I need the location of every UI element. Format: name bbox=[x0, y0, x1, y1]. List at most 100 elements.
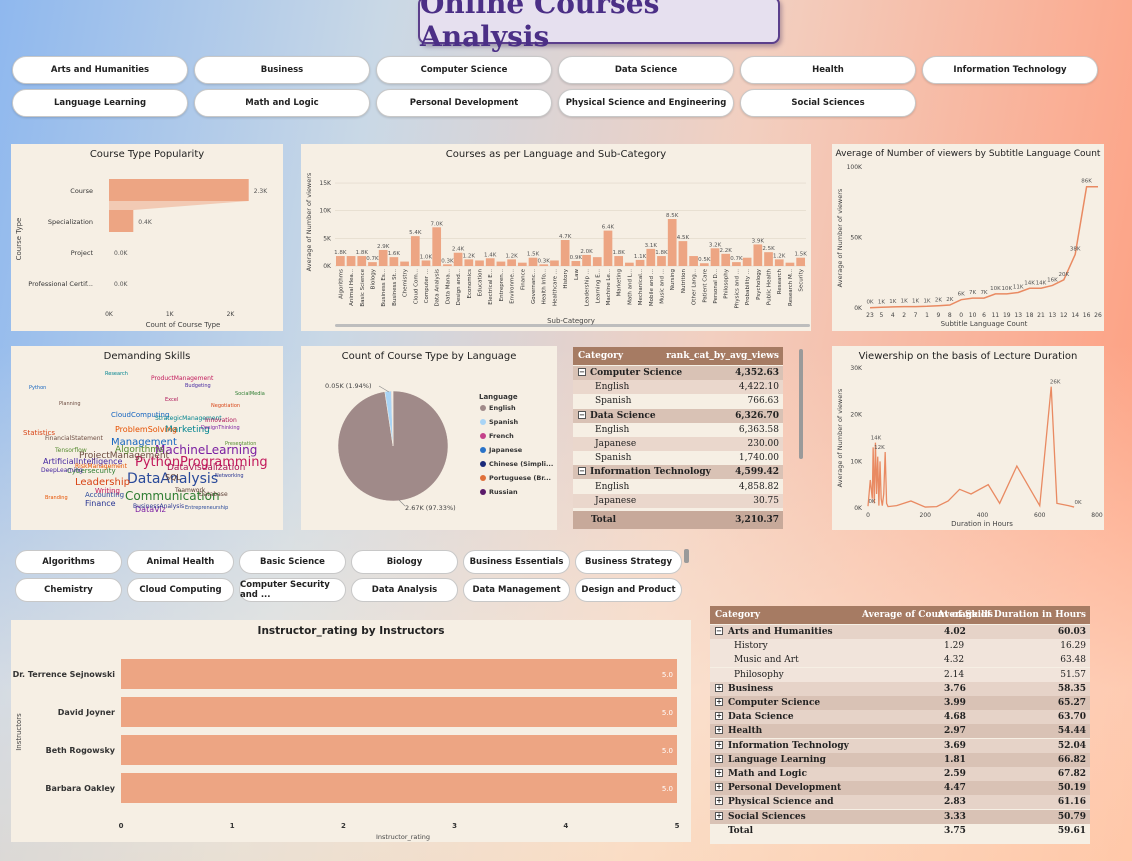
expand-icon[interactable]: + bbox=[715, 769, 723, 777]
subcategory-slicer-button[interactable]: Biology bbox=[351, 550, 458, 574]
subcat-bar[interactable] bbox=[646, 248, 656, 266]
subcat-bar[interactable] bbox=[582, 254, 591, 266]
subcat-bar[interactable] bbox=[378, 249, 388, 266]
rank-category-row[interactable]: − Computer Science 4,352.63 bbox=[573, 366, 783, 380]
expand-icon[interactable]: + bbox=[715, 811, 723, 820]
instructor-bar[interactable] bbox=[121, 659, 677, 689]
category-slicer-button[interactable]: Language Learning bbox=[12, 89, 188, 117]
subcategory-slicer-button[interactable]: Cloud Computing bbox=[127, 578, 234, 602]
subcat-bar[interactable] bbox=[678, 241, 688, 266]
course-type-bar[interactable] bbox=[109, 210, 134, 232]
subcat-bar[interactable] bbox=[635, 259, 645, 266]
category-slicer-button[interactable]: Arts and Humanities bbox=[12, 56, 188, 84]
subcategory-slicer-button[interactable]: Computer Security and ... bbox=[239, 578, 346, 602]
subcat-bar[interactable] bbox=[389, 257, 399, 266]
skills-category-row[interactable]: + Computer Science 3.99 65.27 bbox=[710, 696, 1090, 710]
skills-category-row[interactable]: − Arts and Humanities 4.02 60.03 bbox=[710, 625, 1090, 639]
rank-category-row[interactable]: − Data Science 6,326.70 bbox=[573, 408, 783, 423]
subcat-bar[interactable] bbox=[721, 253, 731, 266]
subcat-bar[interactable] bbox=[432, 227, 442, 266]
expand-icon[interactable]: + bbox=[715, 683, 723, 692]
category-slicer-button[interactable]: Business bbox=[194, 56, 370, 84]
subcat-bar[interactable] bbox=[421, 260, 431, 266]
expand-icon[interactable]: + bbox=[715, 740, 723, 749]
subcat-bar[interactable] bbox=[475, 260, 484, 266]
pie-legend-label[interactable]: Russian bbox=[489, 488, 518, 496]
subcat-bar[interactable] bbox=[496, 261, 506, 266]
subcat-bar[interactable] bbox=[753, 244, 763, 266]
subcat-bar[interactable] bbox=[742, 257, 752, 266]
skills-category-row[interactable]: + Data Science 4.68 63.70 bbox=[710, 710, 1090, 725]
skills-category-row[interactable]: + Social Sciences 3.33 50.79 bbox=[710, 809, 1090, 824]
category-slicer-button[interactable]: Math and Logic bbox=[194, 89, 370, 117]
subcategory-slicer-button[interactable]: Data Management bbox=[463, 578, 570, 602]
subcategory-slicer-button[interactable]: Business Essentials bbox=[463, 550, 570, 574]
subcat-bar[interactable] bbox=[592, 257, 602, 266]
subcat-bar[interactable] bbox=[710, 248, 720, 266]
pie-legend-label[interactable]: French bbox=[489, 432, 514, 440]
rank-table-scrollbar[interactable] bbox=[799, 349, 803, 459]
subcat-bar[interactable] bbox=[368, 262, 377, 266]
subcat-bar[interactable] bbox=[699, 263, 709, 266]
subcat-bar[interactable] bbox=[667, 219, 677, 266]
category-slicer-button[interactable]: Computer Science bbox=[376, 56, 552, 84]
expand-icon[interactable]: + bbox=[715, 797, 723, 806]
skills-category-row[interactable]: + Physical Science and 2.83 61.16 bbox=[710, 795, 1090, 810]
subcategory-slicer-button[interactable]: Business Strategy bbox=[575, 550, 682, 574]
subcat-bar[interactable] bbox=[443, 264, 452, 266]
subcategory-slicer-button[interactable]: Algorithms bbox=[15, 550, 122, 574]
subcategory-slicer-button[interactable]: Animal Health bbox=[127, 550, 234, 574]
pie-legend-label[interactable]: English bbox=[489, 404, 516, 412]
pie-legend-label[interactable]: Portuguese (Br... bbox=[489, 474, 551, 482]
skills-category-row[interactable]: + Language Learning 1.81 66.82 bbox=[710, 752, 1090, 767]
collapse-icon[interactable]: − bbox=[578, 410, 586, 419]
subcat-bar[interactable] bbox=[689, 256, 698, 266]
expand-icon[interactable]: + bbox=[715, 698, 723, 706]
skills-category-row[interactable]: + Information Technology 3.69 52.04 bbox=[710, 738, 1090, 753]
subcategory-slicer-button[interactable]: Data Analysis bbox=[351, 578, 458, 602]
subcat-bar[interactable] bbox=[614, 256, 624, 266]
pie-legend-label[interactable]: Chinese (Simpli... bbox=[489, 460, 553, 468]
subcat-bar[interactable] bbox=[539, 264, 549, 266]
pie-legend-label[interactable]: Spanish bbox=[489, 418, 518, 426]
expand-icon[interactable]: + bbox=[715, 783, 723, 792]
subcat-bar[interactable] bbox=[410, 236, 420, 266]
category-slicer-button[interactable]: Personal Development bbox=[376, 89, 552, 117]
skills-category-row[interactable]: + Business 3.76 58.35 bbox=[710, 681, 1090, 696]
expand-icon[interactable]: + bbox=[715, 754, 723, 763]
collapse-icon[interactable]: − bbox=[578, 368, 586, 376]
expand-icon[interactable]: + bbox=[715, 726, 723, 735]
instructor-bar[interactable] bbox=[121, 735, 677, 765]
subcat-bar[interactable] bbox=[625, 262, 634, 266]
subcategory-slicer-button[interactable]: Basic Science bbox=[239, 550, 346, 574]
expand-icon[interactable]: + bbox=[715, 712, 723, 721]
subcat-bar[interactable] bbox=[657, 256, 666, 266]
subcat-bar[interactable] bbox=[774, 259, 784, 266]
collapse-icon[interactable]: − bbox=[578, 467, 586, 476]
rank-category-row[interactable]: − Information Technology 4,599.42 bbox=[573, 465, 783, 480]
subcat-bar[interactable] bbox=[357, 256, 367, 266]
subcat-bar[interactable] bbox=[336, 256, 345, 266]
subcategory-slicer-button[interactable]: Chemistry bbox=[15, 578, 122, 602]
instructor-bar[interactable] bbox=[121, 773, 677, 803]
skills-category-row[interactable]: + Math and Logic 2.59 67.82 bbox=[710, 767, 1090, 781]
subcat-bar[interactable] bbox=[764, 252, 773, 266]
lecture-line[interactable] bbox=[867, 386, 1075, 508]
pie-legend-label[interactable]: Japanese bbox=[488, 446, 523, 454]
subcat-bar[interactable] bbox=[453, 252, 463, 266]
skills-category-row[interactable]: + Health 2.97 54.44 bbox=[710, 724, 1090, 739]
course-type-bar[interactable] bbox=[109, 179, 249, 201]
subcat-bar[interactable] bbox=[550, 260, 559, 266]
collapse-icon[interactable]: − bbox=[715, 627, 723, 635]
subcat-bar[interactable] bbox=[464, 259, 474, 266]
category-slicer-button[interactable]: Health bbox=[740, 56, 916, 84]
category-slicer-button[interactable]: Data Science bbox=[558, 56, 734, 84]
category-slicer-button[interactable]: Physical Science and Engineering bbox=[558, 89, 734, 117]
subcat-bar[interactable] bbox=[785, 262, 795, 266]
category-slicer-button[interactable]: Information Technology bbox=[922, 56, 1098, 84]
category-slicer-button[interactable]: Social Sciences bbox=[740, 89, 916, 117]
subcategory-slicer-button[interactable]: Design and Product bbox=[575, 578, 682, 602]
subcat-bar[interactable] bbox=[560, 240, 570, 266]
subcat-bar[interactable] bbox=[346, 256, 356, 266]
subcategory-scrollbar[interactable] bbox=[684, 549, 689, 563]
